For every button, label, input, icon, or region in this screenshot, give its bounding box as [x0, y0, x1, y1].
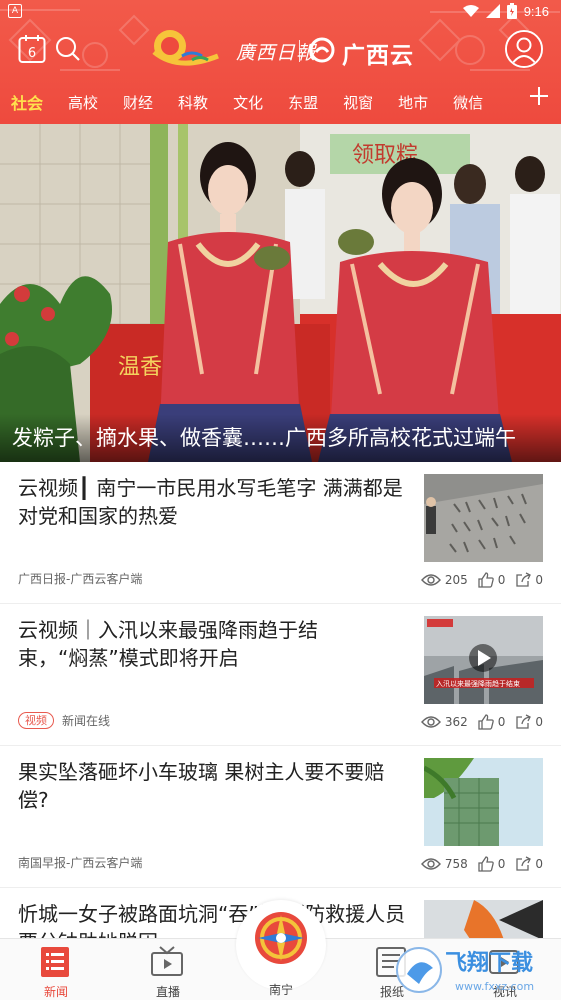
eye-icon: [420, 716, 441, 728]
nav-news-label: 新闻: [43, 985, 68, 999]
city-nanning-button[interactable]: [236, 900, 326, 990]
views-count: 205: [444, 573, 468, 587]
eye-icon: [420, 858, 441, 870]
nav-live-label: 直播: [155, 985, 180, 999]
news-thumbnail[interactable]: 入汛以来最强降雨趋于结束: [424, 616, 543, 704]
likes-count: 0: [497, 573, 506, 587]
search-icon[interactable]: [55, 36, 81, 62]
news-list: 云视频┃ 南宁一市民用水写毛笔字 满满都是对党和国家的热爱 广西日报-广西云客户…: [0, 462, 561, 938]
tab-society[interactable]: 社会: [11, 90, 43, 114]
thumbs-up-icon: [478, 572, 494, 588]
news-meta: 广西日报-广西云客户端: [18, 570, 142, 587]
calendar-icon[interactable]: 6: [18, 34, 46, 64]
share-icon: [516, 856, 532, 871]
news-title[interactable]: 云视频｜入汛以来最强降雨趋于结束，“焖蒸”模式即将开启: [18, 616, 348, 672]
news-list-icon: [41, 947, 69, 977]
news-item[interactable]: 云视频┃ 南宁一市民用水写毛笔字 满满都是对党和国家的热爱 广西日报-广西云客户…: [0, 462, 561, 604]
guangxi-daily-emblem-logo: [152, 30, 219, 66]
tab-finance[interactable]: 财经: [123, 92, 153, 113]
thumbnail-image: [424, 758, 543, 846]
nav-news[interactable]: 新闻: [0, 939, 112, 1000]
likes-stat[interactable]: 0: [478, 572, 506, 588]
shares-stat[interactable]: 0: [515, 714, 543, 730]
news-source: 南国早报-广西云客户端: [18, 856, 143, 870]
logo-divider: [299, 40, 300, 62]
wifi-icon: [462, 5, 479, 17]
tab-wechat[interactable]: 微信: [453, 92, 483, 113]
shares-count: 0: [535, 715, 543, 729]
news-thumbnail[interactable]: [424, 900, 543, 938]
status-bar: A 9:16: [0, 0, 561, 24]
news-source: 新闻在线: [62, 714, 111, 728]
svg-text:6: 6: [28, 46, 36, 61]
views-count: 362: [444, 715, 468, 729]
news-title[interactable]: 云视频┃ 南宁一市民用水写毛笔字 满满都是对党和国家的热爱: [18, 474, 408, 530]
thumbnail-image: [424, 474, 543, 562]
tab-science-education[interactable]: 科教: [178, 92, 208, 113]
signal-icon: [485, 4, 500, 18]
news-thumbnail[interactable]: [424, 474, 543, 562]
thumbnail-image: 入汛以来最强降雨趋于结束: [424, 616, 543, 704]
likes-count: 0: [497, 857, 506, 871]
share-icon: [516, 572, 532, 587]
tv-icon: [151, 946, 183, 976]
video-tag: 视频: [18, 712, 54, 729]
notification-badge: A: [8, 4, 22, 18]
views-stat: 362: [420, 715, 468, 729]
news-meta: 南国早报-广西云客户端: [18, 854, 142, 871]
tab-asean[interactable]: 东盟: [288, 92, 318, 113]
eye-icon: [420, 574, 441, 586]
add-tab-plus-icon[interactable]: [529, 86, 549, 106]
shares-count: 0: [535, 573, 543, 587]
news-meta: 视频 新闻在线: [18, 712, 110, 729]
shares-count: 0: [535, 857, 543, 871]
watermark-url: www.fxxz.com: [455, 980, 534, 993]
guangxi-cloud-logo-icon: [309, 37, 335, 63]
views-stat: 758: [420, 857, 468, 871]
tab-cities[interactable]: 地市: [398, 92, 428, 113]
news-stats: 362 0 0: [411, 714, 543, 730]
app-name: 广西云: [342, 43, 414, 69]
likes-count: 0: [497, 715, 506, 729]
shares-stat[interactable]: 0: [515, 572, 543, 588]
clock: 9:16: [523, 3, 549, 19]
hero-image: 领取粽 温香: [0, 124, 561, 462]
news-thumbnail[interactable]: [424, 758, 543, 846]
views-stat: 205: [420, 573, 468, 587]
top-bar: 6 廣西日報 广西云: [0, 26, 561, 74]
user-avatar[interactable]: [505, 30, 543, 68]
nav-live[interactable]: 直播: [112, 939, 224, 1000]
thumbnail-image: [424, 900, 543, 938]
thumbnail-overlay-text: 入汛以来最强降雨趋于结束: [436, 679, 520, 688]
news-title[interactable]: 忻城一女子被路面坑洞“吞”掉 消防救援人员要分钟助她脱困: [18, 900, 408, 938]
hero-caption[interactable]: 发粽子、摘水果、做香囊……广西多所高校花式过端午: [0, 414, 561, 462]
city-nanning-label: 南宁: [268, 983, 293, 997]
app-header: A 9:16 6 廣西日報 广西云 社会 高校 财经 科教 文化 东盟 视窗 地…: [0, 0, 561, 124]
nanning-emblem-icon: [255, 912, 307, 964]
banner-text: 温香: [118, 355, 162, 380]
news-title[interactable]: 果实坠落砸坏小车玻璃 果树主人要不要赔偿?: [18, 758, 408, 814]
user-icon: [507, 32, 541, 66]
tab-culture[interactable]: 文化: [233, 92, 263, 113]
battery-icon: [506, 3, 517, 19]
views-count: 758: [444, 857, 468, 871]
thumbs-up-icon: [478, 714, 494, 730]
hero-carousel[interactable]: 领取粽 温香: [0, 124, 561, 462]
fxxz-watermark: 飞翔下载 www.fxxz.com: [396, 947, 534, 993]
news-item[interactable]: 果实坠落砸坏小车玻璃 果树主人要不要赔偿? 南国早报-广西云客户端 758 0: [0, 746, 561, 888]
watermark-text: 飞翔下载: [445, 950, 533, 976]
likes-stat[interactable]: 0: [478, 856, 506, 872]
shares-stat[interactable]: 0: [515, 856, 543, 872]
news-stats: 205 0 0: [411, 572, 543, 588]
news-item[interactable]: 云视频｜入汛以来最强降雨趋于结束，“焖蒸”模式即将开启 视频 新闻在线 入汛以来…: [0, 604, 561, 746]
news-source: 广西日报-广西云客户端: [18, 572, 143, 586]
tab-window[interactable]: 视窗: [343, 92, 373, 113]
share-icon: [516, 714, 532, 729]
newspaper-name: 廣西日報: [236, 42, 317, 64]
tab-college[interactable]: 高校: [68, 92, 98, 113]
thumbs-up-icon: [478, 856, 494, 872]
likes-stat[interactable]: 0: [478, 714, 506, 730]
category-tabs: 社会 高校 财经 科教 文化 东盟 视窗 地市 微信: [0, 84, 561, 120]
news-stats: 758 0 0: [411, 856, 543, 872]
